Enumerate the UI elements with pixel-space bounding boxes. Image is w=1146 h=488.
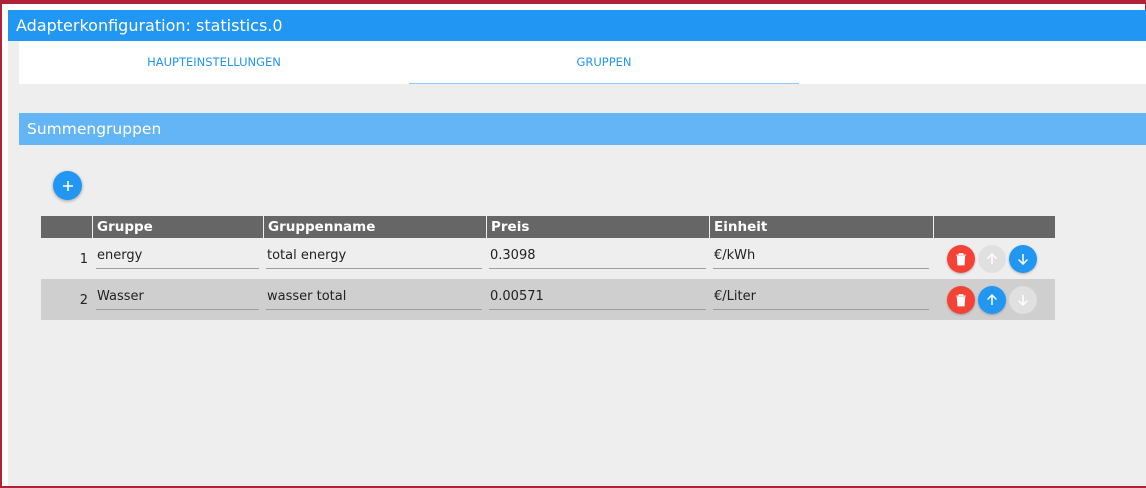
delete-button[interactable] — [947, 245, 975, 273]
einheit-input[interactable]: €/kWh — [713, 246, 929, 269]
arrow-down-icon — [1017, 254, 1029, 265]
move-down-button[interactable] — [1009, 286, 1037, 314]
table-row: 1 energy total energy 0.3098 €/kWh — [41, 238, 1055, 279]
header-gruppenname: Gruppenname — [263, 216, 486, 238]
preis-input[interactable]: 0.3098 — [489, 246, 706, 269]
header-preis: Preis — [486, 216, 709, 238]
header-gruppe: Gruppe — [92, 216, 263, 238]
gruppenname-input[interactable]: total energy — [266, 246, 482, 269]
trash-icon — [956, 253, 966, 266]
table-row: 2 Wasser wasser total 0.00571 €/Liter — [41, 279, 1055, 320]
section-title: Summengruppen — [19, 113, 1146, 145]
row-number: 1 — [79, 252, 88, 267]
table-header: Gruppe Gruppenname Preis Einheit — [41, 216, 1055, 238]
trash-icon — [956, 294, 966, 307]
move-down-button[interactable] — [1009, 245, 1037, 273]
tab-bar: HAUPTEINSTELLUNGEN GRUPPEN — [19, 41, 1146, 84]
config-window: Adapterkonfiguration: statistics.0 HAUPT… — [8, 10, 1146, 486]
arrow-up-icon — [986, 294, 998, 305]
move-up-button[interactable] — [978, 245, 1006, 273]
add-group-button[interactable] — [53, 171, 82, 200]
tab-gruppen[interactable]: GRUPPEN — [409, 41, 799, 84]
gruppenname-input[interactable]: wasser total — [266, 287, 482, 310]
gruppe-input[interactable]: Wasser — [96, 287, 259, 310]
arrow-up-icon — [986, 253, 998, 264]
preis-input[interactable]: 0.00571 — [489, 287, 706, 310]
header-actions — [933, 216, 1055, 238]
header-einheit: Einheit — [709, 216, 933, 238]
plus-icon — [62, 180, 73, 191]
groups-table: Gruppe Gruppenname Preis Einheit 1 energ… — [41, 216, 1055, 320]
move-up-button[interactable] — [978, 286, 1006, 314]
window-title: Adapterkonfiguration: statistics.0 — [8, 10, 1146, 41]
row-number: 2 — [79, 293, 88, 308]
gruppe-input[interactable]: energy — [96, 246, 259, 269]
delete-button[interactable] — [947, 286, 975, 314]
einheit-input[interactable]: €/Liter — [713, 287, 929, 310]
arrow-down-icon — [1017, 295, 1029, 306]
tab-haupteinstellungen[interactable]: HAUPTEINSTELLUNGEN — [19, 41, 409, 84]
